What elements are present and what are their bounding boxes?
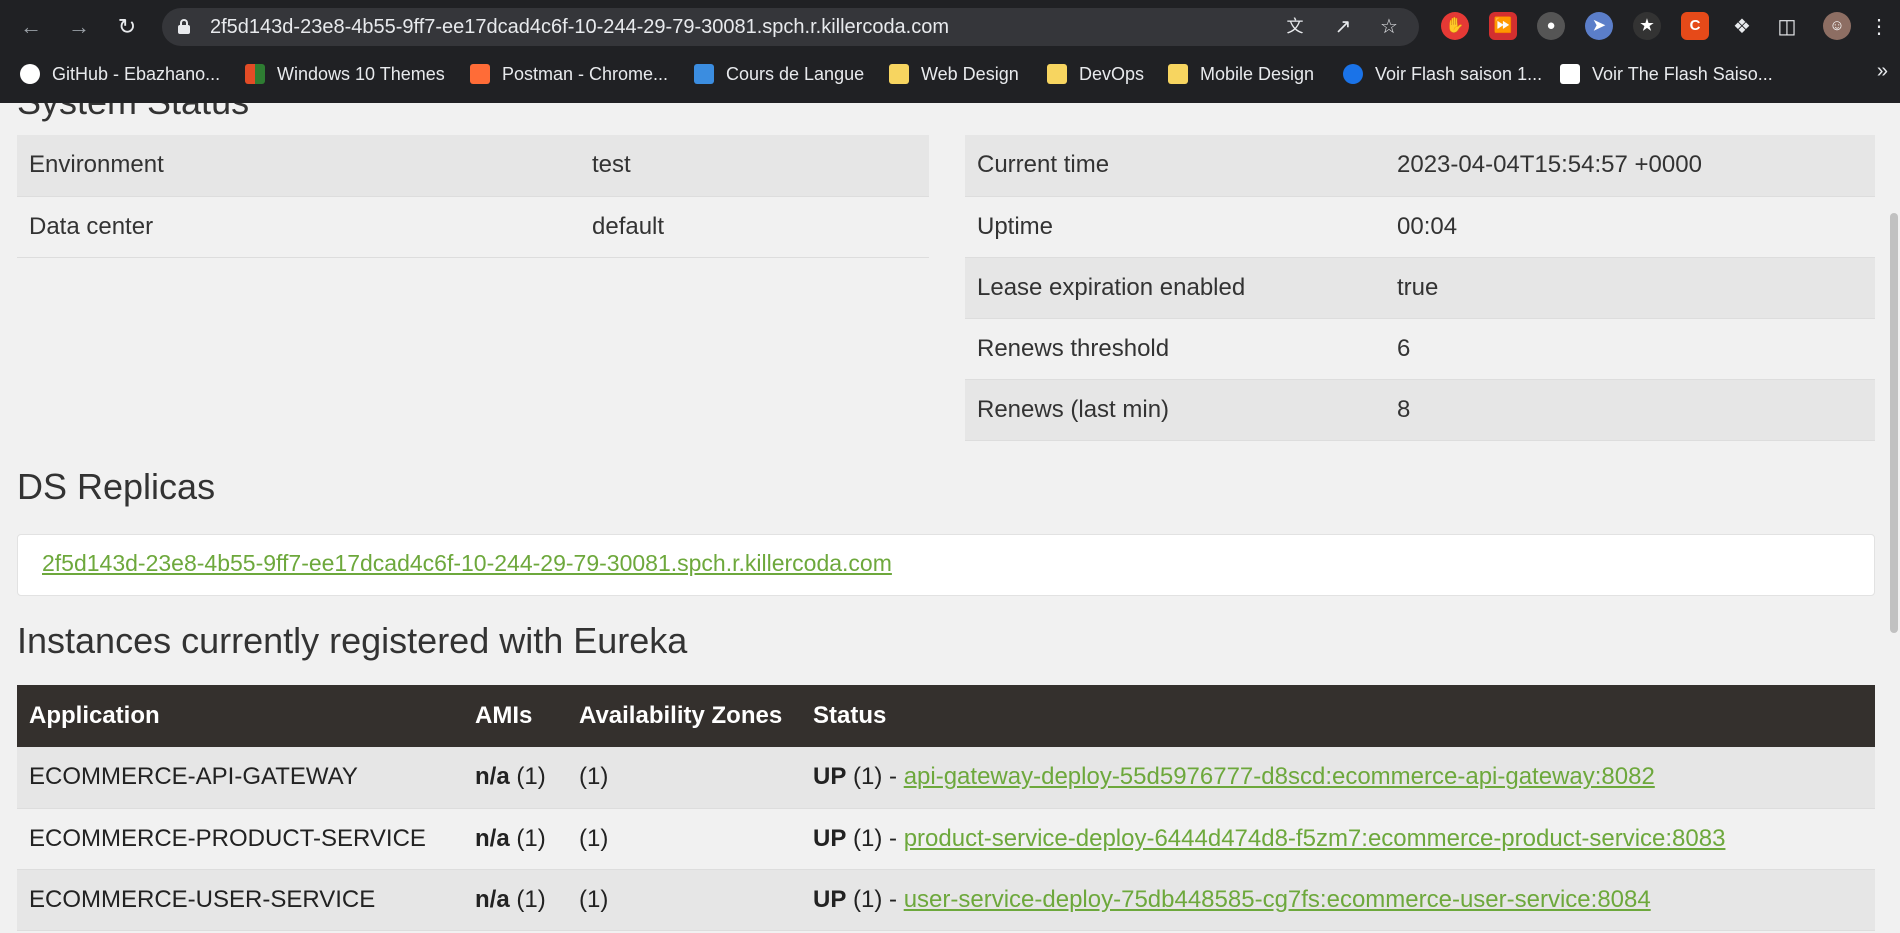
table-row: Environment test xyxy=(17,135,929,197)
system-status-left-table: Environment test Data center default xyxy=(17,135,929,258)
status-key: Renews threshold xyxy=(965,318,1385,380)
zones-cell: (1) xyxy=(567,747,801,809)
browser-chrome: ← → ↻ 2f5d143d-23e8-4b55-9ff7-ee17dcad4c… xyxy=(0,0,1900,103)
table-row: Renews threshold 6 xyxy=(965,318,1875,380)
ami-cell: n/a (1) xyxy=(463,869,567,931)
bookmark-item[interactable]: Voir The Flash Saiso... xyxy=(1560,61,1773,87)
status-cell: UP (1) - product-service-deploy-6444d474… xyxy=(801,808,1875,870)
github-icon xyxy=(20,64,40,84)
page-content: System Status Environment test Data cent… xyxy=(0,103,1900,933)
more-bookmarks-icon[interactable]: » xyxy=(1877,60,1888,83)
table-row: Data center default xyxy=(17,196,929,258)
bookmark-star-icon[interactable]: ☆ xyxy=(1376,14,1402,40)
menu-icon[interactable]: ⋮ xyxy=(1866,14,1892,40)
extension-c-icon[interactable]: C xyxy=(1681,12,1709,40)
status-value: 6 xyxy=(1385,318,1875,380)
table-row: ECOMMERCE-PRODUCT-SERVICE n/a (1) (1) UP… xyxy=(17,808,1875,870)
system-status-right-table: Current time 2023-04-04T15:54:57 +0000 U… xyxy=(965,135,1875,441)
extension-dots-icon[interactable]: ● xyxy=(1537,12,1565,40)
bookmark-folder[interactable]: Mobile Design xyxy=(1168,61,1314,87)
folder-icon xyxy=(1047,64,1067,84)
status-value: 8 xyxy=(1385,379,1875,441)
instance-link[interactable]: api-gateway-deploy-55d5976777-d8scd:ecom… xyxy=(904,763,1655,790)
language-icon xyxy=(694,64,714,84)
status-key: Renews (last min) xyxy=(965,379,1385,441)
translate-icon[interactable]: 文 xyxy=(1282,14,1308,40)
postman-icon xyxy=(470,64,490,84)
bookmark-item[interactable]: Postman - Chrome... xyxy=(470,61,668,87)
ami-cell: n/a (1) xyxy=(463,747,567,809)
extension-video-icon[interactable]: ⏩ xyxy=(1489,12,1517,40)
sidepanel-icon[interactable]: ◫ xyxy=(1774,14,1800,40)
table-row: Lease expiration enabled true xyxy=(965,257,1875,319)
hand-icon xyxy=(1560,64,1580,84)
status-value: default xyxy=(580,196,929,258)
instance-link[interactable]: product-service-deploy-6444d474d8-f5zm7:… xyxy=(904,825,1726,852)
status-cell: UP (1) - user-service-deploy-75db448585-… xyxy=(801,869,1875,931)
ds-replicas-heading: DS Replicas xyxy=(17,466,216,507)
share-icon[interactable]: ↗ xyxy=(1330,14,1356,40)
instances-table: Application AMIs Availability Zones Stat… xyxy=(17,685,1875,931)
instances-heading: Instances currently registered with Eure… xyxy=(17,620,688,661)
column-header: Status xyxy=(801,685,1875,747)
replica-link[interactable]: 2f5d143d-23e8-4b55-9ff7-ee17dcad4c6f-10-… xyxy=(42,550,892,577)
status-key: Uptime xyxy=(965,196,1385,258)
replica-list: 2f5d143d-23e8-4b55-9ff7-ee17dcad4c6f-10-… xyxy=(17,534,1875,596)
bookmark-item[interactable]: GitHub - Ebazhano... xyxy=(20,61,220,87)
scrollbar-thumb[interactable] xyxy=(1890,213,1898,633)
status-key: Environment xyxy=(17,135,580,197)
status-key: Data center xyxy=(17,196,580,258)
play-icon xyxy=(1343,64,1363,84)
table-header-row: Application AMIs Availability Zones Stat… xyxy=(17,685,1875,747)
extension-adblock-icon[interactable]: ✋ xyxy=(1441,12,1469,40)
status-value: 2023-04-04T15:54:57 +0000 xyxy=(1385,135,1875,197)
browser-toolbar: ← → ↻ 2f5d143d-23e8-4b55-9ff7-ee17dcad4c… xyxy=(0,0,1900,53)
profile-avatar-icon[interactable]: ☺ xyxy=(1823,12,1851,40)
table-row: ECOMMERCE-API-GATEWAY n/a (1) (1) UP (1)… xyxy=(17,747,1875,809)
bookmark-item[interactable]: Cours de Langue xyxy=(694,61,864,87)
status-value: true xyxy=(1385,257,1875,319)
application-name: ECOMMERCE-PRODUCT-SERVICE xyxy=(17,808,463,870)
extension-figure-icon[interactable]: ★ xyxy=(1633,12,1661,40)
column-header: Availability Zones xyxy=(567,685,801,747)
vertical-scrollbar[interactable] xyxy=(1888,103,1900,933)
table-row: Renews (last min) 8 xyxy=(965,379,1875,441)
folder-icon xyxy=(1168,64,1188,84)
column-header: Application xyxy=(17,685,463,747)
bookmark-item[interactable]: Windows 10 Themes xyxy=(245,61,445,87)
url-text[interactable]: 2f5d143d-23e8-4b55-9ff7-ee17dcad4c6f-10-… xyxy=(210,8,949,46)
instance-link[interactable]: user-service-deploy-75db448585-cg7fs:eco… xyxy=(904,886,1651,913)
system-status-heading-clipped: System Status xyxy=(17,103,249,123)
status-value: 00:04 xyxy=(1385,196,1875,258)
table-row: Uptime 00:04 xyxy=(965,196,1875,258)
folder-icon xyxy=(889,64,909,84)
status-key: Current time xyxy=(965,135,1385,197)
back-icon[interactable]: ← xyxy=(14,10,48,44)
bookmark-folder[interactable]: DevOps xyxy=(1047,61,1144,87)
table-row: Current time 2023-04-04T15:54:57 +0000 xyxy=(965,135,1875,197)
lock-icon xyxy=(178,19,190,34)
reload-icon[interactable]: ↻ xyxy=(110,10,144,44)
address-bar[interactable]: 2f5d143d-23e8-4b55-9ff7-ee17dcad4c6f-10-… xyxy=(162,8,1419,46)
puzzle-icon[interactable]: ❖ xyxy=(1729,14,1755,40)
table-row: ECOMMERCE-USER-SERVICE n/a (1) (1) UP (1… xyxy=(17,869,1875,931)
windows-themes-icon xyxy=(245,64,265,84)
column-header: AMIs xyxy=(463,685,567,747)
bookmark-folder[interactable]: Web Design xyxy=(889,61,1019,87)
extension-cursor-icon[interactable]: ➤ xyxy=(1585,12,1613,40)
status-key: Lease expiration enabled xyxy=(965,257,1385,319)
ami-cell: n/a (1) xyxy=(463,808,567,870)
forward-icon[interactable]: → xyxy=(62,10,96,44)
status-value: test xyxy=(580,135,929,197)
status-cell: UP (1) - api-gateway-deploy-55d5976777-d… xyxy=(801,747,1875,809)
application-name: ECOMMERCE-API-GATEWAY xyxy=(17,747,463,809)
bookmark-item[interactable]: Voir Flash saison 1... xyxy=(1343,61,1542,87)
zones-cell: (1) xyxy=(567,869,801,931)
bookmarks-bar: GitHub - Ebazhano... Windows 10 Themes P… xyxy=(0,53,1900,95)
zones-cell: (1) xyxy=(567,808,801,870)
application-name: ECOMMERCE-USER-SERVICE xyxy=(17,869,463,931)
